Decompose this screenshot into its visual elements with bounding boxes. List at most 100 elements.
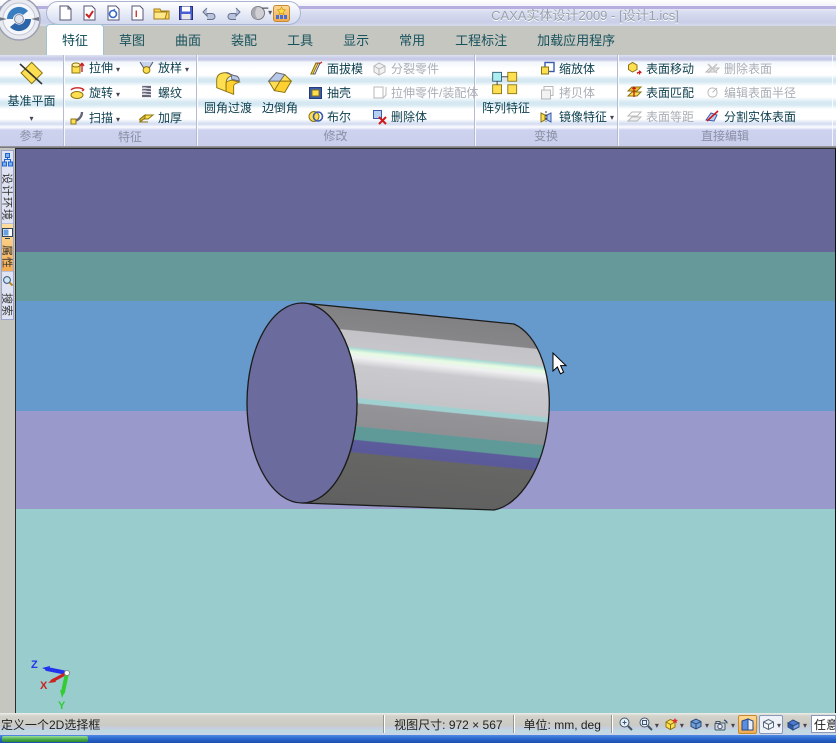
sweep-icon — [69, 109, 86, 126]
chevron-down-icon — [116, 61, 120, 75]
zoom-window-icon[interactable] — [637, 715, 660, 733]
face-move-button[interactable]: 表面移动 — [624, 56, 696, 80]
delete-body-label: 删除体 — [391, 109, 428, 124]
selection-filter-field[interactable]: 任意 — [811, 715, 836, 733]
shaded-view-icon[interactable] — [737, 714, 757, 734]
loft-button[interactable]: 放样 — [136, 56, 200, 80]
new-document-icon[interactable] — [57, 5, 74, 22]
title-bar: I ▔▾ CAXA实体设计2009 - [设计1.ics] — [0, 0, 836, 26]
pattern-feature-button[interactable]: 阵列特征 — [479, 66, 533, 118]
chamfer-label: 边倒角 — [262, 101, 299, 115]
axis-z-label: Z — [31, 659, 38, 671]
tab-features[interactable]: 特征 — [46, 24, 105, 55]
document-info-icon[interactable]: I — [129, 5, 146, 22]
cylinder-model[interactable] — [246, 302, 550, 511]
viewport[interactable]: Z X Y — [15, 148, 836, 713]
window-bottom-frame — [0, 735, 836, 743]
mirror-feature-label: 镜像特征 — [559, 109, 608, 124]
check-document-icon[interactable] — [81, 5, 98, 22]
tab-surface[interactable]: 曲面 — [160, 25, 216, 55]
new-scene-icon[interactable] — [662, 715, 685, 733]
open-folder-icon[interactable] — [153, 5, 170, 22]
split-part-icon — [371, 60, 388, 77]
face-move-label: 表面移动 — [646, 61, 695, 76]
preview-document-icon[interactable] — [105, 5, 122, 22]
thread-label: 螺纹 — [158, 86, 183, 100]
boolean-button[interactable]: 布尔 — [305, 104, 365, 128]
zoom-in-icon[interactable] — [617, 715, 635, 733]
render-mode-icon[interactable] — [785, 715, 808, 733]
extrude-button[interactable]: 拉伸 — [67, 56, 136, 80]
undo-icon[interactable] — [201, 5, 218, 22]
svg-text:I: I — [135, 9, 138, 19]
tab-common[interactable]: 常用 — [384, 25, 440, 55]
datum-plane-button[interactable]: 基准平面 — [4, 59, 58, 126]
scale-body-label: 缩放体 — [559, 61, 596, 76]
face-match-button[interactable]: 表面匹配 — [624, 80, 696, 104]
scale-body-icon — [539, 60, 556, 77]
delete-body-icon — [371, 108, 388, 125]
scale-body-button[interactable]: 缩放体 — [537, 56, 616, 80]
delete-body-button[interactable]: 删除体 — [369, 104, 480, 128]
shell-button[interactable]: 抽壳 — [305, 80, 365, 104]
fillet-button[interactable]: 圆角过渡 — [201, 66, 255, 118]
ribbon-group-direct-edit: 表面移动 表面匹配 表面等距 删除表面 编辑表面半径 分割实体表面 直接编辑 — [618, 55, 832, 146]
edit-face-radius-button[interactable]: 编辑表面半径 — [702, 80, 798, 104]
save-icon[interactable] — [177, 5, 194, 22]
window-title: CAXA实体设计2009 - [设计1.ics] — [491, 8, 679, 23]
camera-rotate-icon[interactable] — [712, 715, 736, 733]
status-message: 定义一个2D选择框 — [1, 717, 101, 732]
chevron-down-icon — [116, 86, 120, 100]
face-offset-icon — [626, 108, 643, 125]
tab-sketch[interactable]: 草图 — [104, 25, 160, 55]
thicken-label: 加厚 — [158, 111, 183, 125]
copy-body-button[interactable]: 拷贝体 — [537, 80, 616, 104]
chevron-down-icon — [185, 61, 189, 75]
chevron-down-icon — [705, 717, 709, 731]
revolve-label: 旋转 — [89, 86, 114, 100]
tab-tools[interactable]: 工具 — [272, 25, 328, 55]
chevron-down-icon — [116, 111, 120, 125]
view-cube-icon[interactable] — [687, 715, 710, 733]
tab-addins[interactable]: 加载应用程序 — [522, 25, 630, 55]
thread-button[interactable]: 螺纹 — [136, 81, 200, 105]
tab-display[interactable]: 显示 — [328, 25, 384, 55]
design-elements-icon[interactable] — [273, 4, 290, 22]
datum-plane-label: 基准平面 — [7, 93, 56, 108]
stretch-part-button[interactable]: 拉伸零件/装配体 — [369, 80, 480, 104]
sidebar-tab-search[interactable]: 搜索 — [1, 272, 13, 319]
sidebar-tab-label: 设计环境 — [0, 173, 13, 221]
delete-face-button[interactable]: 删除表面 — [702, 56, 798, 80]
face-move-icon — [626, 60, 643, 77]
tab-assembly[interactable]: 装配 — [216, 25, 272, 55]
face-offset-button[interactable]: 表面等距 — [624, 104, 696, 128]
tab-annotation[interactable]: 工程标注 — [440, 25, 522, 55]
loft-icon — [138, 59, 155, 76]
chamfer-icon — [264, 68, 296, 98]
split-face-button[interactable]: 分割实体表面 — [702, 104, 798, 128]
revolve-button[interactable]: 旋转 — [67, 81, 136, 105]
app-logo[interactable] — [0, 0, 43, 48]
split-part-button[interactable]: 分裂零件 — [369, 56, 480, 80]
wireframe-view-icon[interactable] — [758, 714, 783, 734]
ribbon-group-features: 拉伸 放样 旋转 螺纹 — [64, 55, 197, 146]
sidebar-tab-design-tree[interactable]: 设计环境 — [0, 151, 13, 224]
statusbar-separator — [610, 715, 612, 733]
sidebar-tab-properties[interactable]: 属性 — [1, 224, 13, 272]
chamfer-button[interactable]: 边倒角 — [259, 66, 301, 118]
chevron-down-icon — [29, 110, 33, 124]
face-offset-label: 表面等距 — [646, 109, 695, 124]
split-face-icon — [704, 108, 721, 125]
mirror-feature-button[interactable]: 镜像特征 — [537, 104, 616, 128]
ribbon-group-modify: 圆角过渡 边倒角 面拔模 抽壳 布尔 分裂零件 拉伸零件/装配体 删除体 修改 — [197, 55, 478, 146]
fillet-label: 圆角过渡 — [204, 101, 253, 115]
thicken-button[interactable]: 加厚 — [136, 106, 200, 130]
mirror-feature-icon — [539, 108, 556, 125]
face-draft-button[interactable]: 面拔模 — [305, 56, 365, 80]
face-match-label: 表面匹配 — [646, 85, 695, 100]
sidebar-tab-strip: 设计环境 属性 搜索 — [1, 150, 14, 320]
sweep-button[interactable]: 扫描 — [67, 106, 136, 130]
shell-label: 抽壳 — [327, 85, 352, 100]
quick-access-options-icon[interactable]: ▔▾ — [262, 8, 272, 17]
redo-icon[interactable] — [225, 5, 242, 22]
